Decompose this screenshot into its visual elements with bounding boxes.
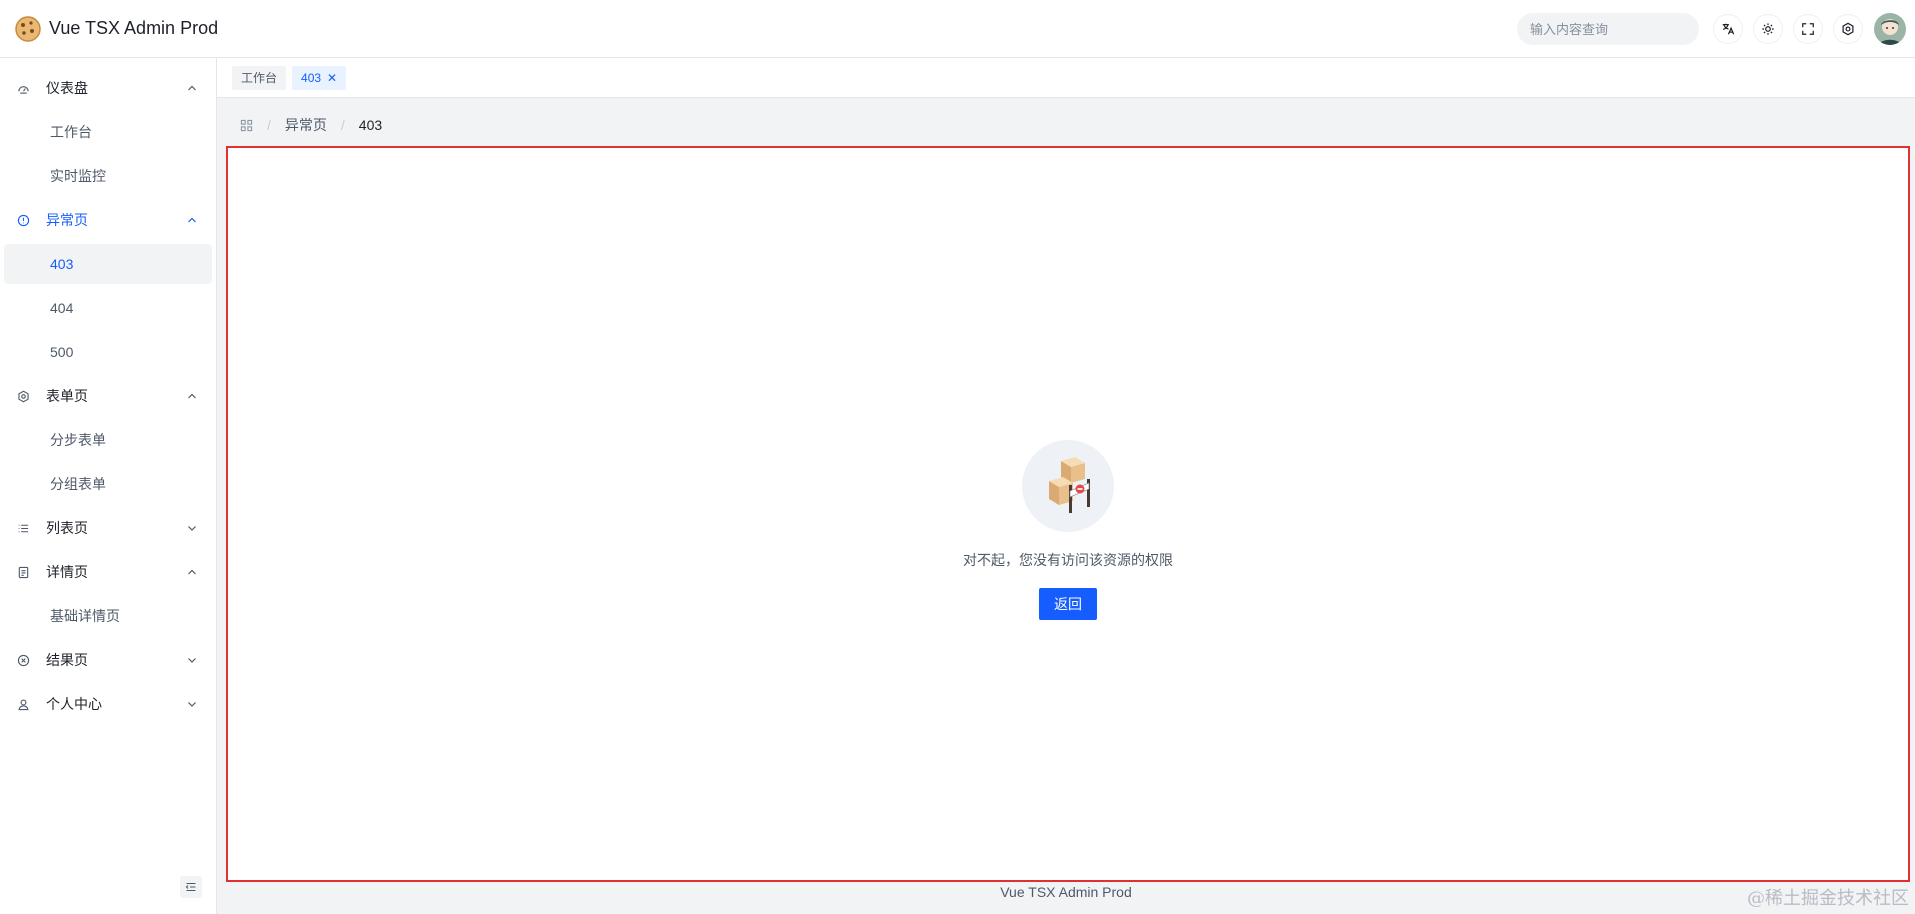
collapse-sidebar-button[interactable] — [180, 876, 202, 898]
sidebar-item-label: 403 — [50, 256, 74, 272]
sidebar-item-label: 基础详情页 — [50, 608, 120, 624]
sidebar-item-label: 实时监控 — [50, 168, 106, 184]
close-circle-icon — [16, 653, 30, 667]
theme-toggle-button[interactable] — [1753, 14, 1783, 44]
back-button[interactable]: 返回 — [1039, 588, 1097, 620]
apps-icon[interactable] — [240, 119, 253, 132]
sidebar-item-step-form[interactable]: 分步表单 — [4, 420, 212, 460]
user-icon — [16, 697, 30, 711]
sidebar-item-label: 仪表盘 — [46, 80, 88, 96]
breadcrumb-item-exception[interactable]: 异常页 — [285, 115, 327, 135]
sidebar-item-form[interactable]: 表单页 — [4, 376, 212, 416]
sidebar-item-label: 结果页 — [46, 652, 88, 668]
sidebar-item-workbench[interactable]: 工作台 — [4, 112, 212, 152]
watermark: @稀土掘金技术社区 — [1747, 888, 1909, 909]
app-title: Vue TSX Admin Prod — [49, 18, 219, 38]
sidebar-item-group-form[interactable]: 分组表单 — [4, 464, 212, 504]
cookie-logo-icon — [15, 15, 41, 42]
sun-icon — [1762, 23, 1774, 35]
tab-label: 403 — [301, 70, 322, 85]
sidebar: 仪表盘 工作台 实时监控 异常页 403 404 500 表单页 分步表单 分组… — [0, 58, 217, 914]
sidebar-item-label: 表单页 — [46, 388, 88, 404]
menu-fold-icon — [185, 882, 196, 892]
sidebar-item-list[interactable]: 列表页 — [4, 508, 212, 548]
breadcrumb: / 异常页 / 403 — [240, 114, 382, 136]
translate-icon — [1722, 23, 1735, 35]
tab-bar: 工作台 403 ✕ — [217, 58, 1915, 98]
sidebar-item-403[interactable]: 403 — [4, 244, 212, 284]
brand[interactable]: Vue TSX Admin Prod — [0, 0, 218, 57]
sidebar-item-404[interactable]: 404 — [4, 288, 212, 328]
result-message: 对不起，您没有访问该资源的权限 — [963, 552, 1173, 568]
footer: Vue TSX Admin Prod — [1000, 884, 1132, 900]
avatar-image-icon — [1874, 13, 1906, 45]
close-icon[interactable]: ✕ — [327, 71, 337, 85]
gear-icon — [1842, 22, 1854, 36]
file-icon — [16, 565, 30, 579]
chevron-down-icon — [188, 658, 196, 663]
breadcrumb-separator: / — [267, 117, 271, 133]
settings-button[interactable] — [1833, 14, 1863, 44]
chevron-up-icon — [188, 569, 196, 575]
breadcrumb-separator: / — [340, 117, 345, 133]
sidebar-item-label: 个人中心 — [46, 696, 102, 712]
sidebar-item-dashboard[interactable]: 仪表盘 — [4, 68, 212, 108]
tab-403[interactable]: 403 ✕ — [292, 65, 347, 90]
sidebar-item-label: 工作台 — [50, 124, 92, 140]
list-icon — [16, 521, 30, 535]
sidebar-item-label: 分步表单 — [50, 432, 106, 448]
sidebar-item-label: 列表页 — [46, 520, 88, 536]
result-403: 对不起，您没有访问该资源的权限 返回 — [228, 440, 1908, 620]
sidebar-item-label: 500 — [50, 344, 74, 360]
sidebar-item-monitor[interactable]: 实时监控 — [4, 156, 212, 196]
chevron-up-icon — [188, 393, 196, 399]
chevron-up-icon — [188, 85, 196, 91]
sidebar-item-user-center[interactable]: 个人中心 — [4, 684, 212, 724]
header-actions — [1517, 0, 1915, 58]
exclamation-icon — [16, 213, 30, 227]
chevron-down-icon — [188, 702, 196, 707]
sidebar-item-detail[interactable]: 详情页 — [4, 552, 212, 592]
fullscreen-button[interactable] — [1793, 14, 1823, 44]
sidebar-item-label: 异常页 — [46, 212, 88, 228]
sidebar-item-exception[interactable]: 异常页 — [4, 200, 212, 240]
forbidden-illustration-icon — [1022, 440, 1114, 532]
sidebar-item-result[interactable]: 结果页 — [4, 640, 212, 680]
avatar[interactable] — [1874, 13, 1906, 45]
dashboard-icon — [16, 81, 30, 95]
chevron-down-icon — [188, 526, 196, 531]
fullscreen-icon — [1802, 23, 1814, 35]
sidebar-item-500[interactable]: 500 — [4, 332, 212, 372]
chevron-up-icon — [188, 217, 196, 223]
search-input[interactable] — [1517, 13, 1699, 45]
sidebar-item-label: 详情页 — [46, 564, 88, 580]
tab-label: 工作台 — [241, 71, 278, 85]
sidebar-item-label: 分组表单 — [50, 476, 106, 492]
sidebar-item-label: 404 — [50, 300, 74, 316]
sidebar-item-basic-detail[interactable]: 基础详情页 — [4, 596, 212, 636]
top-header: Vue TSX Admin Prod — [0, 0, 1915, 58]
breadcrumb-item-current: 403 — [358, 117, 383, 133]
tab-workbench[interactable]: 工作台 — [232, 65, 287, 90]
main-content: 对不起，您没有访问该资源的权限 返回 — [226, 146, 1910, 882]
sidebar-menu: 仪表盘 工作台 实时监控 异常页 403 404 500 表单页 分步表单 分组… — [0, 58, 216, 724]
translate-button[interactable] — [1713, 14, 1743, 44]
gear-icon — [16, 389, 30, 403]
